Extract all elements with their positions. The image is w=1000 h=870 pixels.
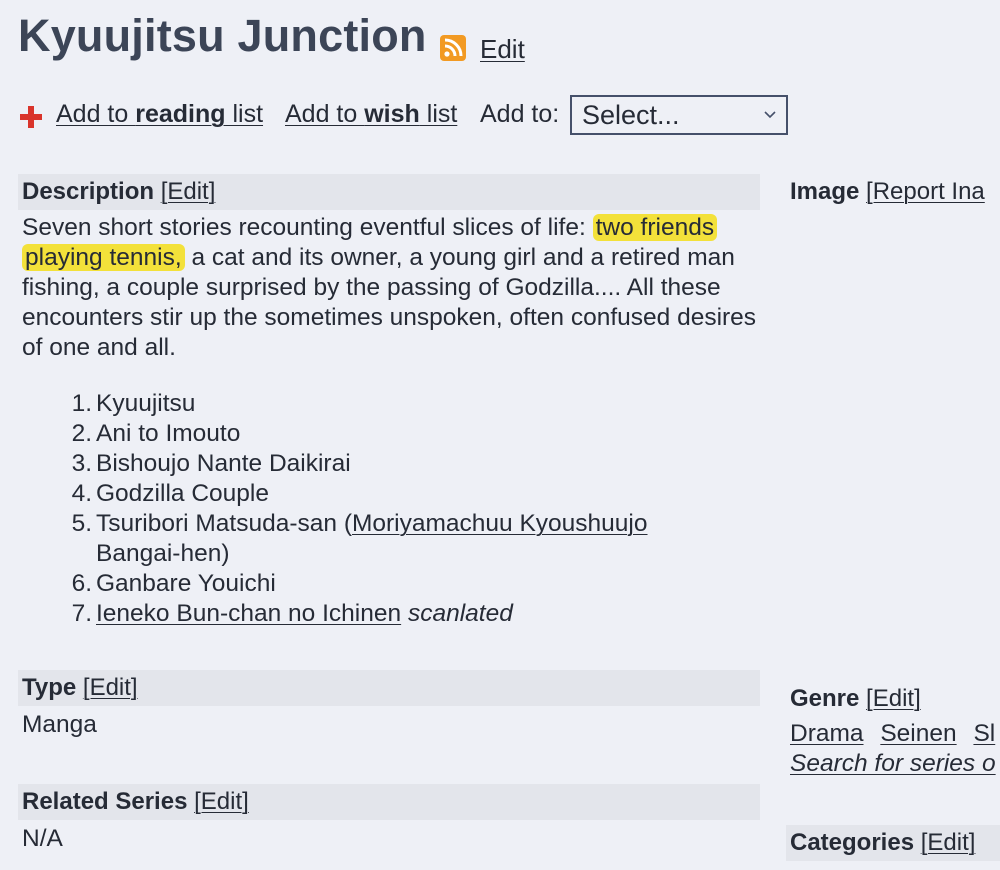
list-item: 7. Ieneko Bun-chan no Ichinen scanlated: [71, 600, 513, 627]
related-series-edit-link[interactable]: [Edit]: [194, 788, 249, 815]
moriyamachuu-link[interactable]: Moriyamachuu Kyoushuujo: [352, 510, 648, 537]
description-edit-link[interactable]: [Edit]: [161, 178, 216, 205]
genre-list: Drama Seinen Sl: [790, 720, 1000, 748]
add-to-select[interactable]: Select...: [570, 95, 788, 135]
search-series-link[interactable]: Search for series o: [790, 750, 996, 778]
select-value: Select...: [582, 100, 680, 130]
rss-icon[interactable]: [440, 35, 466, 61]
genre-link-drama[interactable]: Drama: [790, 720, 864, 747]
add-to-wish-list-link[interactable]: Add to wish list: [285, 100, 457, 129]
report-image-link[interactable]: [Report Ina: [866, 178, 985, 205]
chevron-down-icon: [764, 111, 776, 119]
list-item: 6. Ganbare Youichi: [71, 570, 276, 597]
related-series-heading: Related Series [Edit]: [18, 784, 760, 820]
image-heading: Image [Report Ina: [790, 178, 985, 205]
list-item: 1. Kyuujitsu: [71, 390, 196, 417]
add-to-reading-list-link[interactable]: Add to reading list: [56, 100, 263, 129]
genre-link-slice[interactable]: Sl: [973, 720, 995, 747]
list-actions: Add to reading list Add to wish list Add…: [18, 95, 798, 137]
plus-icon: [20, 106, 42, 128]
description-heading: Description [Edit]: [18, 174, 760, 210]
page-title: Kyuujitsu Junction: [18, 10, 427, 61]
list-item: 4. Godzilla Couple: [71, 480, 269, 507]
type-value: Manga: [22, 711, 97, 738]
list-item: 2. Ani to Imouto: [71, 420, 241, 447]
description-text: Seven short stories recounting eventful …: [22, 214, 757, 361]
categories-edit-link[interactable]: [Edit]: [921, 829, 976, 856]
type-heading: Type [Edit]: [18, 670, 760, 706]
list-item: 3. Bishoujo Nante Daikirai: [71, 450, 351, 477]
categories-heading: Categories [Edit]: [786, 825, 1000, 861]
genre-edit-link[interactable]: [Edit]: [866, 685, 921, 712]
genre-link-seinen[interactable]: Seinen: [880, 720, 956, 747]
list-item: 5. Tsuribori Matsuda-san (Moriyamachuu K…: [71, 510, 648, 567]
story-list: 1. Kyuujitsu 2. Ani to Imouto 3. Bishouj…: [62, 389, 762, 629]
type-edit-link[interactable]: [Edit]: [83, 674, 138, 701]
related-series-value: N/A: [22, 825, 63, 852]
add-to-label: Add to:: [480, 100, 560, 128]
title-edit-link[interactable]: Edit: [480, 34, 525, 65]
scanlated-note: scanlated: [407, 600, 513, 627]
ieneko-link[interactable]: Ieneko Bun-chan no Ichinen: [96, 600, 401, 627]
genre-heading: Genre [Edit]: [790, 685, 921, 712]
